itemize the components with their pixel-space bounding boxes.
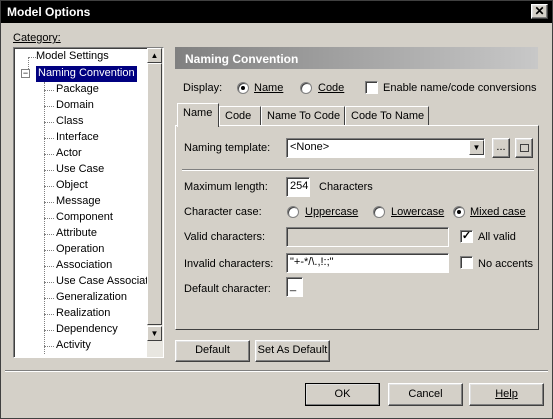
no-accents-checkbox[interactable] xyxy=(460,256,473,269)
properties-icon xyxy=(519,144,529,152)
tree-connector xyxy=(44,170,54,171)
tree-connector xyxy=(44,250,54,251)
tree-item[interactable]: Operation xyxy=(56,242,104,258)
valid-characters-label: Valid characters: xyxy=(184,231,266,243)
tab-code[interactable]: Code xyxy=(219,106,261,126)
display-code-label: Code xyxy=(318,82,345,94)
browse-button[interactable]: ... xyxy=(492,138,510,158)
close-button[interactable]: ✕ xyxy=(531,4,548,19)
tree-connector xyxy=(44,122,54,123)
lowercase-label: Lowercase xyxy=(391,206,445,218)
tree-item[interactable]: Use Case xyxy=(56,162,104,178)
scroll-thumb[interactable] xyxy=(147,63,162,325)
title-bar: Model Options ✕ xyxy=(1,1,552,23)
characters-label: Characters xyxy=(319,181,373,193)
default-button[interactable]: Default xyxy=(175,340,250,362)
default-character-input[interactable]: _ xyxy=(286,277,303,297)
enable-conversions-checkbox[interactable] xyxy=(365,81,378,94)
window-title: Model Options xyxy=(7,5,91,19)
collapse-icon[interactable]: − xyxy=(21,69,30,78)
valid-characters-input[interactable] xyxy=(286,227,449,247)
set-as-default-button[interactable]: Set As Default xyxy=(255,340,330,362)
tab-name[interactable]: Name xyxy=(177,103,219,127)
naming-template-label: Naming template: xyxy=(184,142,271,154)
tree-item[interactable]: Component xyxy=(56,210,113,226)
tree-connector xyxy=(44,266,54,267)
close-icon: ✕ xyxy=(534,4,545,18)
tree-item[interactable]: Association xyxy=(56,258,112,274)
character-case-label: Character case: xyxy=(184,206,262,218)
uppercase-radio[interactable] xyxy=(287,206,299,218)
tree-connector xyxy=(44,106,54,107)
scroll-down-icon[interactable]: ▼ xyxy=(147,326,162,341)
tree-connector xyxy=(44,282,54,283)
invalid-characters-input[interactable]: "+-*/\.,!:;" xyxy=(286,253,449,273)
tree-item[interactable]: Activity xyxy=(56,338,91,354)
lowercase-radio[interactable] xyxy=(373,206,385,218)
max-length-input[interactable]: 254 xyxy=(286,177,310,197)
tree-connector xyxy=(44,330,54,331)
mixed-case-radio[interactable] xyxy=(453,206,465,218)
naming-template-select[interactable]: <None> ▼ xyxy=(286,138,485,158)
tree-connector xyxy=(28,57,36,58)
tree-item[interactable]: Object xyxy=(56,178,88,194)
tab-code-to-name[interactable]: Code To Name xyxy=(345,106,429,126)
all-valid-label: All valid xyxy=(478,231,516,243)
tree-item[interactable]: Message xyxy=(56,194,101,210)
tab-name-to-code[interactable]: Name To Code xyxy=(261,106,345,126)
invalid-characters-label: Invalid characters: xyxy=(184,258,274,270)
category-tree[interactable]: Model Settings − Naming Convention Package D… xyxy=(13,47,164,358)
tree-connector xyxy=(44,346,54,347)
tree-connector xyxy=(44,314,54,315)
tree-item-naming-convention[interactable]: Naming Convention xyxy=(35,65,138,83)
display-label: Display: xyxy=(183,82,223,94)
tree-connector xyxy=(44,138,54,139)
default-character-label: Default character: xyxy=(184,283,271,295)
cancel-button[interactable]: Cancel xyxy=(388,383,463,406)
tree-connector xyxy=(44,202,54,203)
ok-button[interactable]: OK xyxy=(305,383,380,406)
chevron-down-icon[interactable]: ▼ xyxy=(469,140,484,155)
tree-item[interactable]: Attribute xyxy=(56,226,97,242)
tree-item[interactable]: Realization xyxy=(56,306,110,322)
model-options-dialog: Model Options ✕ Category: Model Settings… xyxy=(0,0,553,419)
panel-title: Naming Convention xyxy=(185,52,299,66)
tree-item[interactable]: Package xyxy=(56,82,99,98)
tree-item[interactable]: Generalization xyxy=(56,290,127,306)
display-name-label: Name xyxy=(254,82,284,94)
tree-item[interactable]: Interface xyxy=(56,130,99,146)
footer-separator xyxy=(5,370,548,372)
tree-item[interactable]: Domain xyxy=(56,98,94,114)
scroll-up-icon[interactable]: ▲ xyxy=(147,48,162,63)
help-button[interactable]: Help xyxy=(469,383,544,406)
panel-header: Naming Convention xyxy=(175,47,538,69)
uppercase-label: Uppercase xyxy=(305,206,359,218)
mixed-case-label: Mixed case xyxy=(470,206,526,218)
tree-scrollbar[interactable]: ▲ ▼ xyxy=(147,48,163,357)
tree-item-model-settings[interactable]: Model Settings xyxy=(36,49,109,65)
display-name-radio[interactable] xyxy=(237,82,249,94)
tree-connector xyxy=(44,234,54,235)
tree-item[interactable]: Use Case Associat xyxy=(56,274,147,290)
tree-item[interactable]: Class xyxy=(56,114,84,130)
category-label: Category: xyxy=(13,32,61,44)
tree-item[interactable]: Actor xyxy=(56,146,82,162)
tree-connector xyxy=(44,298,54,299)
max-length-label: Maximum length: xyxy=(184,181,268,193)
tree-connector xyxy=(44,90,54,91)
tree-item[interactable]: Dependency xyxy=(56,322,118,338)
no-accents-label: No accents xyxy=(478,258,534,270)
tree-connector xyxy=(44,186,54,187)
separator xyxy=(182,169,534,171)
properties-button[interactable] xyxy=(515,138,533,158)
display-code-radio[interactable] xyxy=(300,82,312,94)
tree-connector xyxy=(44,154,54,155)
tab-panel: Naming template: <None> ▼ ... Maximum le… xyxy=(175,125,539,330)
all-valid-checkbox[interactable]: ✓ xyxy=(460,230,473,243)
tree-connector xyxy=(44,218,54,219)
enable-conversions-label: Enable name/code conversions xyxy=(383,82,537,94)
